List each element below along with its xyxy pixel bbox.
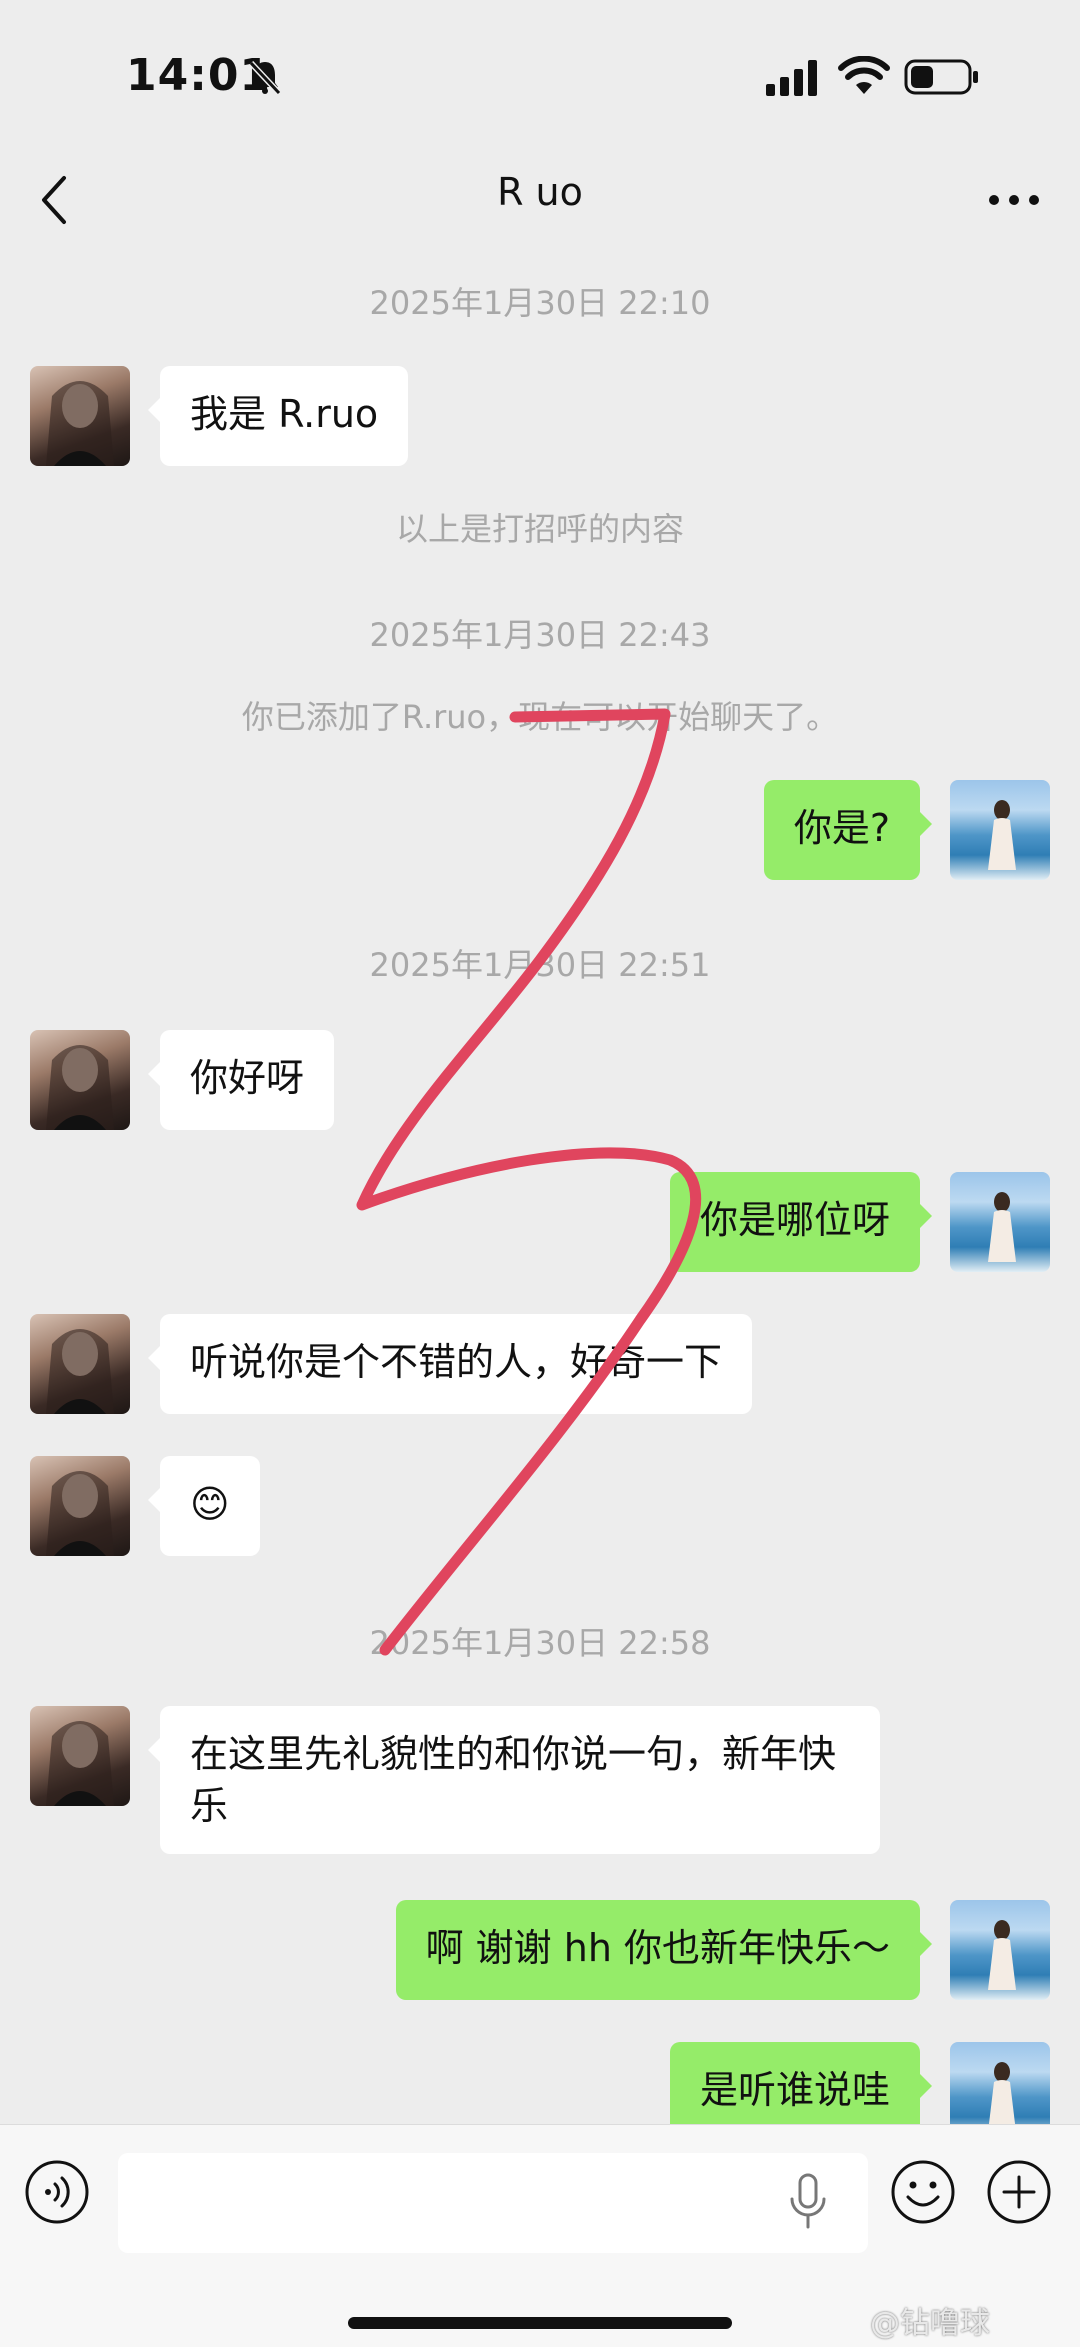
message-input[interactable] [118,2153,868,2253]
system-note: 你已添加了R.ruo，现在可以开始聊天了。 [241,698,839,736]
bell-muted-icon [248,60,282,96]
emoji-icon[interactable] [890,2159,956,2225]
timestamp: 2025年1月30日 22:43 [369,616,711,654]
outgoing-message-bubble[interactable]: 啊 谢谢 hh 你也新年快乐～ [395,1900,933,2000]
microphone-icon[interactable] [786,2171,830,2231]
voice-mode-icon[interactable] [24,2159,90,2225]
chat-header: R uo [0,150,1080,250]
outgoing-message-bubble[interactable]: 你是? [763,780,933,880]
battery-icon [904,59,978,95]
timestamp: 2025年1月30日 22:10 [369,284,711,322]
contact-avatar[interactable] [30,1314,130,1414]
my-avatar[interactable] [950,1172,1050,1272]
cellular-signal-icon [766,60,817,96]
contact-avatar[interactable] [30,1706,130,1806]
watermark: @钻噜球 [870,2306,990,2341]
my-avatar[interactable] [950,1900,1050,2000]
incoming-message-bubble[interactable]: 我是 R.ruo [147,366,409,466]
status-bar: 14:01 [0,0,1080,150]
incoming-message-bubble[interactable]: 你好呀 [147,1030,335,1130]
timestamp: 2025年1月30日 22:58 [369,1624,711,1662]
my-avatar[interactable] [950,780,1050,880]
outgoing-message-bubble[interactable]: 你是哪位呀 [669,1172,933,1272]
incoming-message-bubble[interactable]: 在这里先礼貌性的和你说一句，新年快乐 [148,1706,880,1854]
add-attachment-icon[interactable] [986,2159,1052,2225]
home-indicator [348,2317,732,2329]
timestamp: 2025年1月30日 22:51 [369,946,711,984]
system-note: 以上是打招呼的内容 [395,510,684,548]
incoming-emoji-bubble[interactable]: 😊 [148,1456,260,1556]
more-options-icon[interactable] [984,180,1044,220]
contact-avatar[interactable] [30,1456,130,1556]
chat-title: R uo [497,170,583,214]
wifi-icon [838,56,890,94]
contact-avatar[interactable] [30,1030,130,1130]
incoming-message-bubble[interactable]: 听说你是个不错的人，好奇一下 [147,1314,753,1414]
contact-avatar[interactable] [30,366,130,466]
